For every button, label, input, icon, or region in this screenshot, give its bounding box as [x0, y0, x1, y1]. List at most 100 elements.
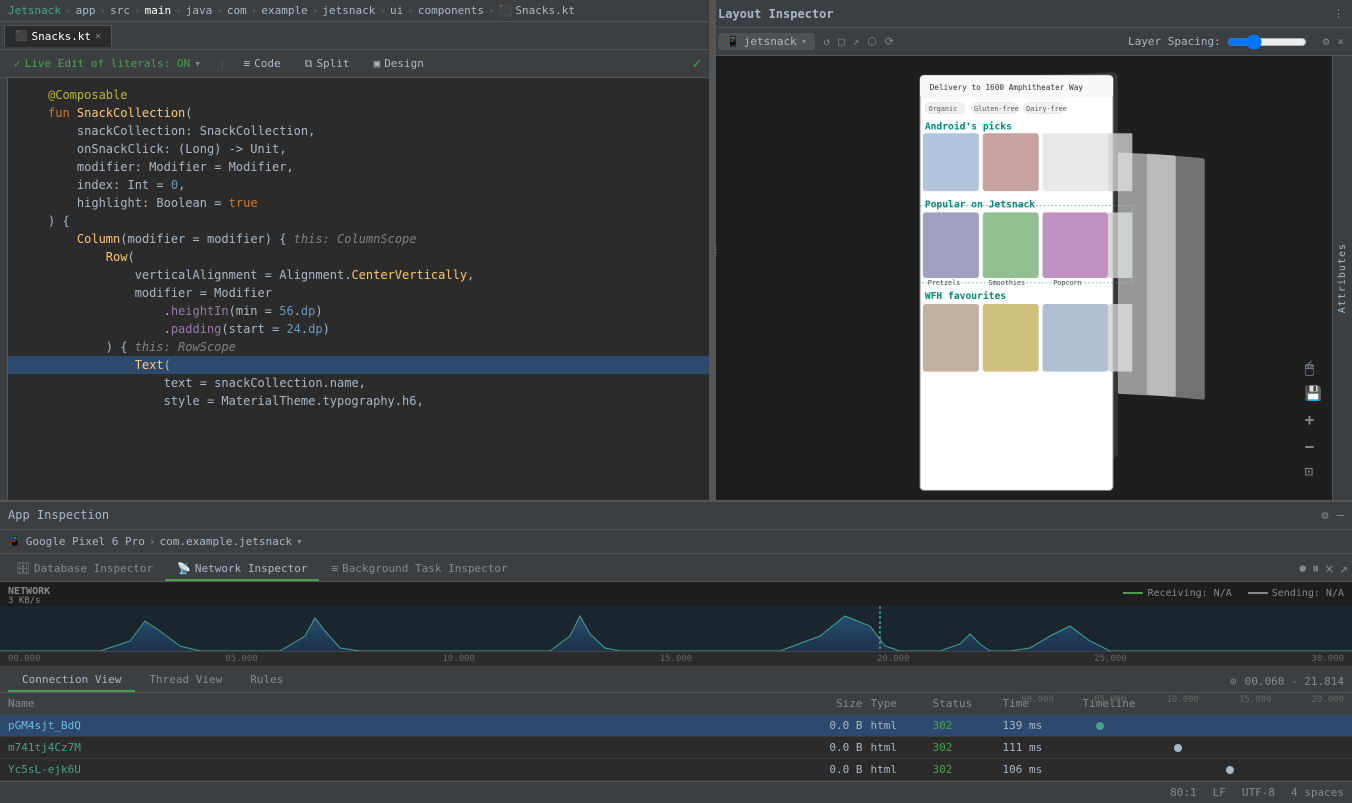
fit-screen-icon[interactable]: ⊡ [1305, 464, 1322, 480]
phone-3d-view: Delivery to 1600 Amphitheater Way Organi… [710, 56, 1352, 500]
device-selection-bar: 📱 Google Pixel 6 Pro › com.example.jetsn… [0, 530, 1352, 554]
code-line: @Composable [0, 86, 709, 104]
network-legend: Receiving: N/A Sending: N/A [1123, 588, 1344, 599]
tab-snacks-kt[interactable]: ⬛ Snacks.kt ✕ [4, 25, 112, 47]
bc-jetsnack2[interactable]: jetsnack [322, 4, 375, 17]
device-label: Google Pixel 6 Pro [26, 535, 145, 548]
line-ending: LF [1213, 786, 1226, 799]
stop-icon[interactable]: ⏸ [1312, 561, 1319, 577]
settings-icon[interactable]: ⚙ [1322, 508, 1329, 522]
app-inspection-section: App Inspection ⚙ — 📱 Google Pixel 6 Pro … [0, 500, 1352, 803]
code-line: onSnackClick: (Long) -> Unit, [0, 140, 709, 158]
status-bar: 80:1 LF UTF-8 4 spaces [0, 781, 1352, 803]
app-inspection-title: App Inspection [8, 508, 109, 522]
bc-com[interactable]: com [227, 4, 247, 17]
minimize-icon[interactable]: — [1337, 508, 1344, 522]
time-range-icon: ⊙ [1230, 675, 1237, 688]
bc-ui[interactable]: ui [390, 4, 403, 17]
svg-text:WFH favourites: WFH favourites [925, 290, 1006, 302]
live-edit-button[interactable]: ✓ Live Edit of literals: ON ▾ [8, 55, 207, 72]
export-icon[interactable]: ↗ [1340, 561, 1348, 577]
package-dropdown-icon[interactable]: ▾ [296, 535, 303, 548]
table-row[interactable]: pGM4sjt_BdQ 0.0 B html 302 139 ms [0, 715, 1352, 737]
receiving-label: Receiving: N/A [1147, 588, 1231, 599]
bc-jetsnack[interactable]: Jetsnack [8, 4, 61, 17]
bc-java[interactable]: java [186, 4, 213, 17]
col-header-timeline: Timeline 00.000 05.000 10.000 15.000 20.… [1083, 697, 1345, 710]
indent: 4 spaces [1291, 786, 1344, 799]
code-line: modifier: Modifier = Modifier, [0, 158, 709, 176]
code-line: .padding(start = 24.dp) [0, 320, 709, 338]
code-line: style = MaterialTheme.typography.h6, [0, 392, 709, 410]
svg-text:Delivery to 1600 Amphitheater: Delivery to 1600 Amphitheater Way [930, 83, 1084, 92]
code-line: ) { [0, 212, 709, 230]
table-row[interactable]: m741tj4Cz7M 0.0 B html 302 111 ms [0, 737, 1352, 759]
network-chart: NETWORK 3 KB/s Receiving: N/A Sending: N… [0, 582, 1352, 652]
col-header-size: Size [793, 697, 863, 710]
tab-rules[interactable]: Rules [236, 669, 297, 692]
bc-example[interactable]: example [261, 4, 307, 17]
col-header-type: Type [863, 697, 933, 710]
svg-text:Dairy-free: Dairy-free [1026, 105, 1067, 113]
package-label: com.example.jetsnack [160, 535, 292, 548]
database-icon: 🗄 [16, 562, 30, 575]
connection-table: pGM4sjt_BdQ 0.0 B html 302 139 ms m741tj… [0, 715, 1352, 781]
device-dropdown[interactable]: 📱 jetsnack ▾ [718, 33, 815, 50]
layer-spacing-slider[interactable] [1227, 34, 1307, 50]
time-axis: 00.000 05.000 10.000 15.000 20.000 25.00… [0, 652, 1352, 668]
time-range-label: 00.060 - 21.814 [1245, 675, 1344, 688]
code-line: snackCollection: SnackCollection, [0, 122, 709, 140]
design-button[interactable]: ▣ Design [368, 55, 430, 72]
sync-icon[interactable]: ⟳ [885, 35, 894, 48]
clear-icon[interactable]: ✕ [1325, 561, 1333, 577]
panel-resize-handle[interactable]: ⋮ [710, 0, 716, 500]
col-header-status: Status [933, 697, 1003, 710]
screenshot-icon[interactable]: □ [838, 35, 845, 48]
inspector-3d-view[interactable]: Component Tree Attributes [710, 56, 1352, 500]
layout-inspector-title: Layout Inspector [718, 7, 834, 21]
device-options-bar: 📱 jetsnack ▾ ↺ □ ↗ ⬡ ⟳ Layer Spacing: ⚙ … [710, 28, 1352, 56]
tab-database-inspector[interactable]: 🗄 Database Inspector [4, 558, 165, 581]
tab-close-icon[interactable]: ✕ [95, 31, 101, 42]
code-line: Row( [0, 248, 709, 266]
refresh-icon[interactable]: ↺ [823, 35, 830, 48]
bc-src[interactable]: src [110, 4, 130, 17]
bc-components[interactable]: components [418, 4, 484, 17]
bc-file[interactable]: ⬛Snacks.kt [499, 4, 575, 17]
network-chart-svg [0, 606, 1352, 652]
task-icon: ≡ [331, 562, 338, 575]
col-header-name: Name [8, 697, 793, 710]
zoom-in-icon[interactable]: + [1305, 410, 1322, 429]
mouse-icon[interactable]: 🖱 [1305, 358, 1322, 378]
svg-text:Gluten-free: Gluten-free [974, 105, 1019, 113]
code-line-text: Text( [0, 356, 709, 374]
inspector-toolbar: Layout Inspector ⋮ [710, 0, 1352, 28]
screenshot-save-icon[interactable]: 💾 [1305, 386, 1322, 402]
encoding: UTF-8 [1242, 786, 1275, 799]
settings-icon[interactable]: ⚙ [1323, 35, 1330, 48]
record-icon[interactable]: ⏺ [1299, 561, 1306, 577]
code-line: fun SnackCollection( [0, 104, 709, 122]
svg-text:Android's picks: Android's picks [925, 120, 1012, 132]
bc-app[interactable]: app [76, 4, 96, 17]
tab-background-task-inspector[interactable]: ≡ Background Task Inspector [319, 558, 519, 581]
layer-spacing-control: Layer Spacing: [1128, 34, 1307, 50]
split-button[interactable]: ⧉ Split [299, 55, 356, 73]
zoom-out-icon[interactable]: − [1305, 437, 1322, 456]
code-area[interactable]: @Composable fun SnackCollection( snackCo… [0, 78, 709, 500]
top-section: Jetsnack › app › src › main › java › com… [0, 0, 1352, 500]
tab-network-inspector[interactable]: 📡 Network Inspector [165, 558, 319, 581]
code-button[interactable]: ≡ Code [237, 55, 286, 72]
close-inspector-icon[interactable]: ✕ [1337, 35, 1344, 48]
export-icon[interactable]: ↗ [853, 35, 860, 48]
code-line: text = snackCollection.name, [0, 374, 709, 392]
breadcrumb: Jetsnack › app › src › main › java › com… [0, 0, 709, 22]
bc-main[interactable]: main [145, 4, 172, 17]
more-options-icon[interactable]: ⋮ [1333, 7, 1344, 20]
connection-view-tabs: Connection View Thread View Rules ⊙ 00.0… [0, 667, 1352, 693]
tab-thread-view[interactable]: Thread View [135, 669, 236, 692]
table-row[interactable]: Yc5sL-ejk6U 0.0 B html 302 106 ms [0, 759, 1352, 781]
tab-connection-view[interactable]: Connection View [8, 669, 135, 692]
code-line: verticalAlignment = Alignment.CenterVert… [0, 266, 709, 284]
highlight-icon[interactable]: ⬡ [867, 35, 877, 48]
